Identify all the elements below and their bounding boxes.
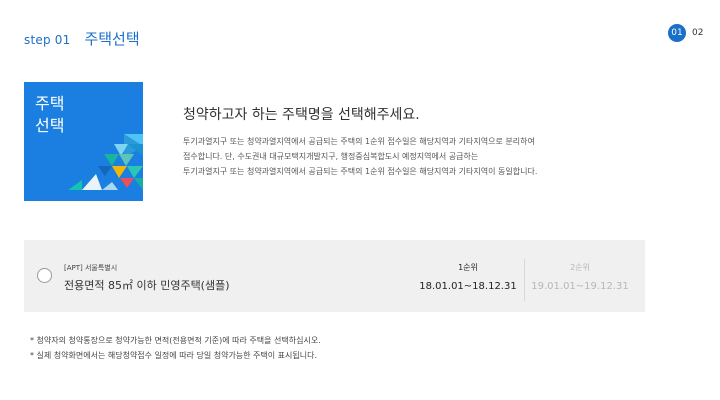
step-indicator-current: 01 xyxy=(668,24,686,42)
hero-line-1: 주택 xyxy=(35,94,65,113)
rank2-dates: 19.01.01~19.12.31 xyxy=(531,281,629,292)
housing-option-tag: [APT] 서울특별시 xyxy=(64,264,118,272)
step-indicator-next: 02 xyxy=(692,28,704,38)
step-label: step 01 xyxy=(24,33,71,47)
housing-option-title: 전용면적 85㎡ 이하 민영주택(샘플) xyxy=(64,279,230,292)
intro-title: 청약하고자 하는 주택명을 선택해주세요. xyxy=(183,107,420,123)
rank1-label: 1순위 xyxy=(458,263,478,272)
intro-line: 투기과열지구 또는 청약과열지역에서 공급되는 주택의 1순위 접수일은 해당지… xyxy=(183,167,538,176)
step-header: step 01 주택선택 xyxy=(24,28,140,49)
rank1-dates: 18.01.01~18.12.31 xyxy=(419,281,517,292)
rank1-schedule: 1순위 18.01.01~18.12.31 xyxy=(412,262,524,292)
intro-line: 접수합니다. 단, 수도권내 대규모택지개발지구, 행정중심복합도시 예정지역에… xyxy=(183,152,479,161)
notes: * 청약자의 청약통장으로 청약가능한 면적(전용면적 기준)에 따라 주택을 … xyxy=(30,333,321,363)
housing-option-radio[interactable] xyxy=(37,268,52,283)
intro-description: 투기과열지구 또는 청약과열지역에서 공급되는 주택의 1순위 접수일은 해당지… xyxy=(183,134,653,179)
step-indicator: 01 02 xyxy=(668,24,703,42)
rank2-schedule: 2순위 19.01.01~19.12.31 xyxy=(524,262,636,292)
housing-option-row[interactable]: [APT] 서울특별시 전용면적 85㎡ 이하 민영주택(샘플) 1순위 18.… xyxy=(24,240,645,312)
note-item: * 실제 청약화면에서는 해당청약접수 일정에 따라 당일 청약가능한 주택이 … xyxy=(30,351,318,360)
hero-tile-text: 주택 선택 xyxy=(35,93,64,137)
hero-tile: 주택 선택 xyxy=(24,82,143,201)
hero-line-2: 선택 xyxy=(35,116,65,135)
rank2-label: 2순위 xyxy=(570,263,590,272)
intro-line: 투기과열지구 또는 청약과열지역에서 공급되는 주택의 1순위 접수일은 해당지… xyxy=(183,137,535,146)
page-title: 주택선택 xyxy=(84,30,140,48)
note-item: * 청약자의 청약통장으로 청약가능한 면적(전용면적 기준)에 따라 주택을 … xyxy=(30,336,321,345)
